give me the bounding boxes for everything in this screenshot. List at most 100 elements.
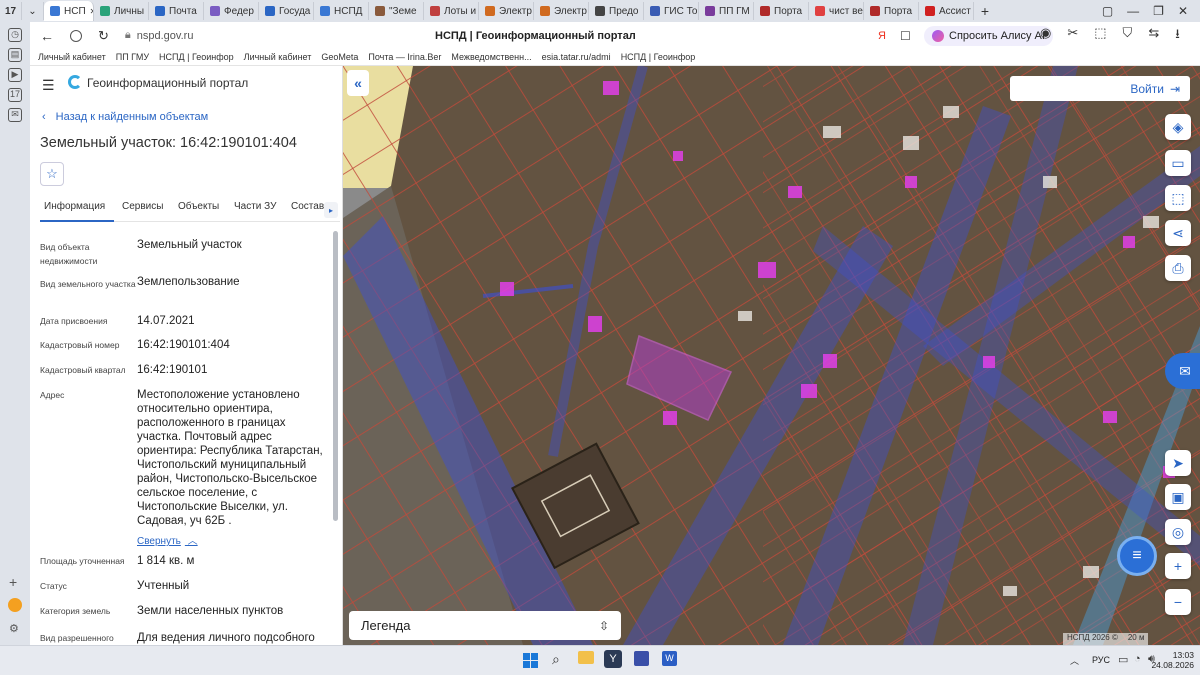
login-button[interactable]: Войти ⇥ [1010,76,1190,101]
zoom-out-button[interactable]: − [1165,589,1191,615]
assistant-chat-button[interactable]: ≡ [1117,536,1157,576]
settings-icon[interactable]: ⚙ [9,622,19,635]
browser-tab[interactable]: Госуда [259,2,314,20]
tab-favicon-icon [320,6,330,16]
display-icon[interactable]: ▭ [1118,653,1128,666]
history-icon[interactable]: ◷ [8,28,22,42]
tab-counter[interactable]: 17 [0,2,22,20]
zoom-in-button[interactable]: + [1165,553,1191,579]
browser-tab[interactable]: Предо [589,2,644,20]
info-tab[interactable]: Информация [40,200,114,222]
search-icon[interactable]: ⌕ [552,651,560,668]
hamburger-menu-icon[interactable]: ☰ [42,77,55,94]
browser-tab[interactable]: НСПД [314,2,369,20]
browser-tab[interactable]: Лоты и [424,2,479,20]
bookmark-icon[interactable]: ☐ [900,29,911,43]
back-to-results-link[interactable]: ‹ Назад к найденным объектам [42,111,208,123]
browser-tab[interactable]: Порта [864,2,919,20]
file-explorer-icon[interactable] [578,651,594,664]
browser-tab[interactable]: Федер [204,2,259,20]
bookmark-item[interactable]: Почта — Irina.Ber [368,52,441,62]
tab-favicon-icon [430,6,440,16]
layers-button[interactable]: ◈ [1165,114,1191,140]
bookmark-item[interactable]: Межведомственн... [451,52,531,62]
save-app-icon[interactable] [634,651,649,666]
feedback-tab[interactable]: ✉ [1165,353,1200,389]
bookmarks-bar: Личный кабинет ПП ГМУ НСПД | Геоинфор Личны… [30,49,1200,66]
video-icon[interactable]: ▶ [8,68,22,82]
bookmark-item[interactable]: ПП ГМУ [116,52,149,62]
bookmark-item[interactable]: Личный кабинет [38,52,106,62]
add-panel-icon[interactable]: + [9,574,17,590]
object-title: Земельный участок: 16:42:190101:404 [40,135,297,151]
browser-tab[interactable]: чист ве [809,2,864,20]
bookmark-bar-icon[interactable]: ▢ [1102,4,1113,18]
share-button[interactable]: ⋖ [1165,220,1191,246]
select-area-button[interactable]: ⬚ [1165,185,1191,211]
shield-icon[interactable]: ⛉ [1123,25,1133,47]
alice-icon[interactable] [8,598,22,612]
panel-scrollbar[interactable] [333,231,338,521]
field-value: Для ведения личного подсобного [137,632,315,644]
collections-icon[interactable]: ▤ [8,48,22,62]
browser-tab[interactable]: Почта [149,2,204,20]
bookmark-item[interactable]: НСПД | Геоинфор [159,52,234,62]
translate-icon[interactable]: ⇆ [1148,25,1159,47]
legend-dropdown[interactable]: Легенда ⇳ [349,611,621,640]
browser-tab[interactable]: Электр [534,2,589,20]
collapse-address-link[interactable]: Свернуть ︿ [137,532,198,547]
extension-icon[interactable]: ◉ [1040,25,1051,47]
puzzle-icon[interactable]: ⬚ [1094,25,1106,47]
info-tab[interactable]: Состав [283,200,324,222]
yandex-icon[interactable]: Я [878,30,886,42]
language-indicator[interactable]: РУС [1092,655,1110,665]
location-button[interactable]: ◎ [1165,519,1191,545]
new-tab-button[interactable]: + [974,2,996,20]
restore-icon[interactable]: ❐ [1153,4,1164,18]
browser-tab[interactable]: Ассист [919,2,974,20]
tabs-scroll-right-button[interactable]: ▸ [324,202,338,218]
url-field[interactable]: nspd.gov.ru [137,30,194,42]
word-icon[interactable]: W [662,651,677,666]
clock[interactable]: 13:03 24.08.2026 [1150,650,1194,670]
browser-tab[interactable]: ГИС То [644,2,699,20]
reload-icon[interactable]: ↻ [98,28,109,44]
downloads-icon[interactable]: ⭳ [1175,25,1180,47]
back-arrow-icon[interactable]: ← [40,28,54,44]
protect-icon[interactable] [70,29,82,42]
close-icon[interactable]: ✕ [1178,4,1188,18]
info-tab[interactable]: Части ЗУ [226,200,283,222]
browser-tab[interactable]: Личны [94,2,149,20]
ruler-button[interactable]: ▭ [1165,150,1191,176]
minimize-icon[interactable]: — [1127,4,1139,18]
browser-tab[interactable]: НСП✕ [44,1,94,21]
tab-list-button[interactable]: ⌄ [22,2,44,20]
bookmark-item[interactable]: НСПД | Геоинфор [621,52,696,62]
collapse-panel-button[interactable]: « [347,70,369,96]
browser-tab[interactable]: "Земе [369,2,424,20]
start-icon[interactable] [523,653,538,668]
yandex-browser-icon[interactable]: Y [604,650,622,668]
bookmark-item[interactable]: esia.tatar.ru/admi [542,52,611,62]
tools-icon[interactable]: ✂ [1067,25,1078,47]
browser-tab[interactable]: Порта [754,2,809,20]
network-icon[interactable]: ◔ [1134,653,1141,665]
alice-button[interactable]: Спросить Алису AI [924,25,1053,46]
bookmark-item[interactable]: GeoMeta [321,52,358,62]
favorite-star-button[interactable]: ☆ [40,162,64,186]
double-chevron-left-icon: « [354,75,362,91]
bookmark-item[interactable]: Личный кабинет [244,52,312,62]
geolocation-button[interactable]: ➤ [1165,450,1191,476]
browser-tab[interactable]: Электр [479,2,534,20]
layers-icon: ◈ [1172,118,1184,135]
print-button[interactable]: ⎙ [1165,255,1191,281]
mail-icon[interactable]: ✉ [8,108,22,122]
tray-chevron-icon[interactable]: ︿ [1070,654,1079,667]
map-view[interactable]: « Войти ⇥ ◈ ▭ ⬚ ⋖ ⎙ ✉ ➤ ▣ ◎ ≡ + − Легенд… [343,66,1200,645]
minimap-button[interactable]: ▣ [1165,484,1191,510]
browser-tab[interactable]: ПП ГМ [699,2,754,20]
info-tab[interactable]: Сервисы [114,200,170,222]
satellite-map[interactable] [343,66,1200,645]
info-tab[interactable]: Объекты [170,200,226,222]
calendar-icon[interactable]: 17 [8,88,22,102]
